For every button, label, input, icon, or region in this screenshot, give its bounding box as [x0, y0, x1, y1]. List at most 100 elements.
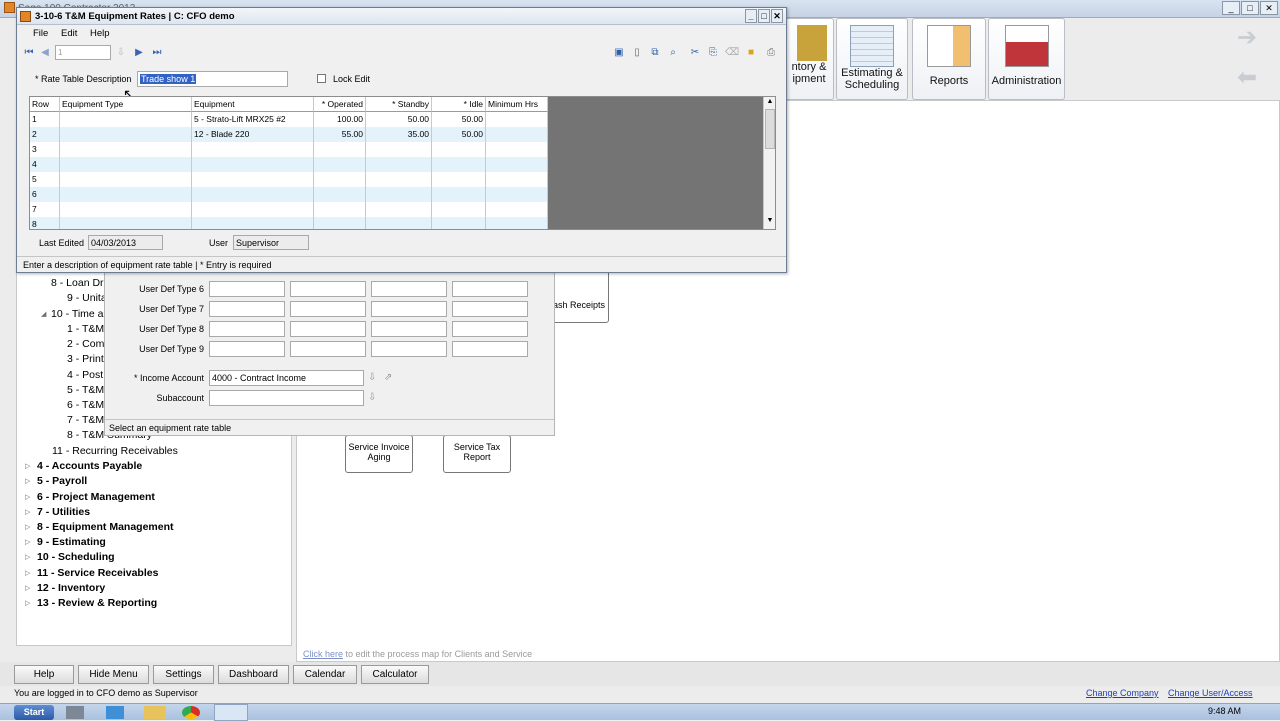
grid-cell[interactable] — [192, 202, 314, 217]
help-button[interactable]: Help — [14, 665, 74, 684]
grid-cell[interactable] — [366, 172, 432, 187]
cut-icon[interactable]: ✂ — [689, 47, 701, 59]
cash-receipts-node[interactable]: ash Receipts — [549, 267, 609, 323]
grid-cell[interactable] — [486, 127, 548, 142]
user-def-type-field[interactable] — [209, 281, 285, 297]
grid-cell[interactable] — [60, 172, 192, 187]
expand-arrow-icon[interactable]: ▷ — [25, 462, 30, 470]
expand-arrow-icon[interactable]: ▷ — [25, 508, 30, 516]
user-def-type-field[interactable] — [371, 281, 447, 297]
lookup-icon[interactable]: ⇩ — [368, 372, 376, 383]
grid-cell[interactable] — [486, 217, 548, 229]
grid-cell[interactable] — [486, 202, 548, 217]
grid-cell[interactable] — [192, 172, 314, 187]
save-icon[interactable]: ▣ — [613, 47, 625, 59]
tree-item[interactable]: 5 - Payroll — [37, 475, 87, 487]
column-header[interactable]: * Standby — [366, 97, 432, 112]
tree-item[interactable]: 11 - Service Receivables — [37, 567, 158, 579]
user-def-type-field[interactable] — [290, 341, 366, 357]
user-def-type-field[interactable] — [371, 321, 447, 337]
chrome-taskbar-icon[interactable] — [182, 706, 200, 719]
column-header[interactable]: Row — [30, 97, 60, 112]
grid-scrollbar[interactable]: ▲ ▼ — [763, 97, 775, 229]
grid-cell[interactable] — [60, 112, 192, 127]
grid-cell[interactable] — [192, 217, 314, 229]
dashboard-button[interactable]: Dashboard — [218, 665, 289, 684]
grid-cell[interactable] — [60, 157, 192, 172]
grid-cell[interactable] — [486, 157, 548, 172]
service-invoice-aging-node[interactable]: Service Invoice Aging — [345, 435, 413, 473]
tree-item[interactable]: 9 - Estimating — [37, 536, 106, 548]
grid-cell[interactable] — [486, 112, 548, 127]
module-administration[interactable]: Administration — [988, 18, 1065, 100]
copy-icon[interactable]: ⧉ — [649, 47, 661, 59]
collapse-arrow-icon[interactable]: ◢ — [41, 310, 46, 318]
dialog-close-button[interactable]: ✕ — [771, 9, 783, 23]
first-record-icon[interactable]: ⏮ — [23, 47, 35, 59]
grid-cell[interactable] — [366, 142, 432, 157]
expand-arrow-icon[interactable]: ▷ — [25, 493, 30, 501]
edit-process-map-link[interactable]: Click here — [303, 649, 343, 659]
grid-cell[interactable] — [366, 187, 432, 202]
grid-cell[interactable]: 50.00 — [432, 127, 486, 142]
tree-item[interactable]: 4 - Post — [67, 369, 103, 381]
main-close-button[interactable]: ✕ — [1260, 1, 1278, 15]
new-icon[interactable]: ▯ — [631, 47, 643, 59]
expand-arrow-icon[interactable]: ▷ — [25, 584, 30, 592]
grid-cell[interactable]: 50.00 — [432, 112, 486, 127]
dialog-maximize-button[interactable]: □ — [758, 9, 770, 23]
grid-cell[interactable] — [314, 142, 366, 157]
tree-item[interactable]: 6 - Project Management — [37, 491, 155, 503]
user-def-type-field[interactable] — [209, 301, 285, 317]
grid-cell[interactable] — [432, 142, 486, 157]
service-tax-report-node[interactable]: Service Tax Report — [443, 435, 511, 473]
grid-cell[interactable] — [486, 172, 548, 187]
column-header[interactable]: Equipment Type — [60, 97, 192, 112]
forward-arrow-icon[interactable]: ➔ — [1230, 26, 1264, 50]
grid-cell[interactable]: 50.00 — [366, 112, 432, 127]
menu-help[interactable]: Help — [90, 28, 110, 39]
subaccount-lookup-icon[interactable]: ⇩ — [368, 392, 376, 403]
user-def-type-field[interactable] — [452, 321, 528, 337]
notes-icon[interactable]: ■ — [745, 47, 757, 59]
tree-item[interactable]: 11 - Recurring Receivables — [52, 445, 178, 457]
record-number-field[interactable]: 1 — [55, 45, 111, 60]
dialog-minimize-button[interactable]: _ — [745, 9, 757, 23]
menu-file[interactable]: File — [33, 28, 48, 39]
module-reports[interactable]: Reports — [912, 18, 986, 100]
grid-cell[interactable] — [432, 187, 486, 202]
grid-cell[interactable]: 12 - Blade 220 — [192, 127, 314, 142]
user-def-type-field[interactable] — [452, 301, 528, 317]
user-def-type-field[interactable] — [452, 341, 528, 357]
tree-item[interactable]: 7 - T&M — [67, 414, 104, 426]
tree-item[interactable]: 4 - Accounts Payable — [37, 460, 142, 472]
grid-cell[interactable] — [366, 157, 432, 172]
user-def-type-field[interactable] — [290, 281, 366, 297]
scroll-thumb[interactable] — [765, 109, 775, 149]
grid-cell[interactable] — [314, 187, 366, 202]
tree-item[interactable]: 8 - Equipment Management — [37, 521, 174, 533]
tree-item[interactable]: 3 - Print — [67, 353, 104, 365]
last-record-icon[interactable]: ⏭ — [151, 47, 163, 59]
user-def-type-field[interactable] — [371, 341, 447, 357]
settings-button[interactable]: Settings — [153, 665, 214, 684]
tree-item[interactable]: 8 - Loan Dra — [51, 277, 109, 289]
tree-item[interactable]: 6 - T&M — [67, 399, 104, 411]
expand-arrow-icon[interactable]: ▷ — [25, 538, 30, 546]
lookup-record-icon[interactable]: ⇩ — [115, 47, 127, 59]
expand-arrow-icon[interactable]: ▷ — [25, 553, 30, 561]
hide-menu-button[interactable]: Hide Menu — [78, 665, 149, 684]
grid-cell[interactable] — [432, 157, 486, 172]
tree-item[interactable]: 13 - Review & Reporting — [37, 597, 157, 609]
user-def-type-field[interactable] — [209, 341, 285, 357]
module-estimating-scheduling[interactable]: Estimating & Scheduling — [836, 18, 908, 100]
start-button[interactable]: Start — [14, 705, 54, 720]
user-def-type-field[interactable] — [371, 301, 447, 317]
main-maximize-button[interactable]: □ — [1241, 1, 1259, 15]
tree-item[interactable]: 1 - T&M — [67, 323, 104, 335]
user-def-type-field[interactable] — [209, 321, 285, 337]
expand-arrow-icon[interactable]: ▷ — [25, 523, 30, 531]
grid-cell[interactable] — [314, 217, 366, 229]
grid-cell[interactable] — [192, 157, 314, 172]
grid-cell[interactable] — [60, 217, 192, 229]
